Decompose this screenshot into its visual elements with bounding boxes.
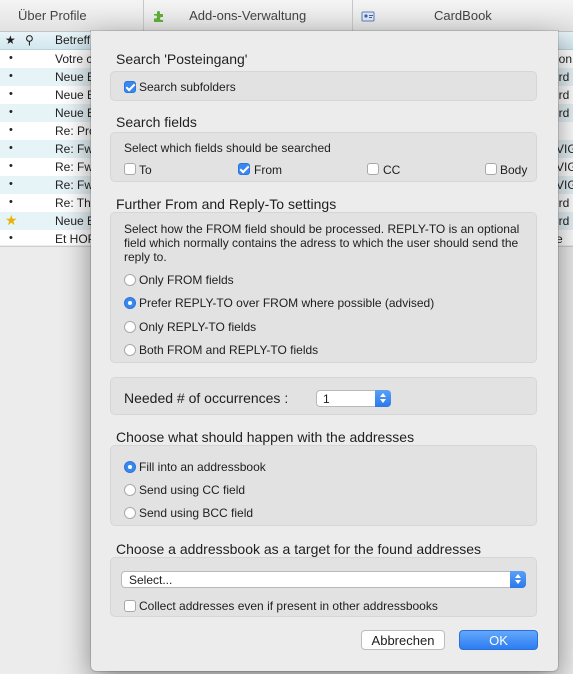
- field-from-checkbox[interactable]: [238, 163, 250, 175]
- radio-send-cc-label[interactable]: Send using CC field: [139, 483, 245, 497]
- message-subject: Re: Pro: [55, 124, 96, 138]
- search-subfolders-checkbox[interactable]: [124, 81, 136, 93]
- message-sender: ird: [556, 196, 570, 210]
- attachment-column-icon[interactable]: ⚲: [25, 33, 34, 47]
- tab-profiles-label: Über Profile: [18, 8, 87, 23]
- tab-cardbook-label: CardBook: [433, 8, 492, 23]
- unread-dot-icon: •: [9, 160, 13, 172]
- radio-both-fields-label[interactable]: Both FROM and REPLY-TO fields: [139, 343, 318, 357]
- reply-to-section-title: Further From and Reply-To settings: [116, 196, 337, 212]
- field-to-label[interactable]: To: [139, 163, 152, 177]
- message-sender: ird: [556, 106, 570, 120]
- radio-only-from[interactable]: [124, 274, 136, 286]
- addressbook-section-title: Choose a addressbook as a target for the…: [116, 541, 482, 557]
- collect-addresses-label[interactable]: Collect addresses even if present in oth…: [139, 599, 438, 613]
- radio-fill-addressbook[interactable]: [124, 461, 136, 473]
- collect-addresses-checkbox[interactable]: [124, 600, 136, 612]
- tab-bar: Über Profile Add-ons-Verwaltung CardBook: [0, 0, 573, 32]
- tab-profiles[interactable]: Über Profile: [0, 0, 143, 31]
- message-subject: Re: Fw: [55, 142, 94, 156]
- message-sender: ird: [556, 88, 570, 102]
- stepper-arrows-icon[interactable]: [375, 390, 391, 407]
- radio-only-from-label[interactable]: Only FROM fields: [139, 273, 234, 287]
- ok-button[interactable]: OK: [459, 630, 538, 650]
- unread-dot-icon: •: [9, 106, 13, 118]
- message-subject: Neue B: [55, 70, 96, 84]
- address-card-icon: [361, 11, 375, 22]
- radio-send-cc[interactable]: [124, 484, 136, 496]
- occurrences-label: Needed # of occurrences :: [124, 390, 289, 406]
- radio-send-bcc[interactable]: [124, 507, 136, 519]
- puzzle-piece-icon: [153, 11, 163, 22]
- field-body-label[interactable]: Body: [500, 163, 527, 177]
- subject-column-header[interactable]: Betreff: [55, 33, 90, 47]
- tab-cardbook[interactable]: CardBook: [351, 0, 573, 31]
- radio-only-reply-to-label[interactable]: Only REPLY-TO fields: [139, 320, 256, 334]
- starred-icon: ★: [5, 212, 18, 228]
- tab-addons-manager[interactable]: Add-ons-Verwaltung: [142, 0, 352, 31]
- message-sender: VIG: [556, 160, 573, 174]
- star-column-icon[interactable]: ★: [5, 33, 16, 47]
- field-cc-label[interactable]: CC: [383, 163, 400, 177]
- message-sender: VIG: [556, 142, 573, 156]
- addressbook-select-value: Select...: [129, 573, 173, 587]
- message-sender: ird: [556, 70, 570, 84]
- dropdown-arrows-icon[interactable]: [510, 571, 526, 588]
- message-sender: ion: [556, 52, 573, 66]
- message-subject: Et HOP: [55, 232, 96, 246]
- unread-dot-icon: •: [9, 52, 13, 64]
- field-from-label[interactable]: From: [254, 163, 282, 177]
- message-subject: Neue B: [55, 214, 96, 228]
- unread-dot-icon: •: [9, 142, 13, 154]
- reply-to-group: Select how the FROM field should be proc…: [110, 212, 537, 363]
- field-cc-checkbox[interactable]: [367, 163, 379, 175]
- reply-to-description: Select how the FROM field should be proc…: [124, 222, 520, 264]
- addressbook-select[interactable]: Select...: [121, 571, 526, 588]
- radio-prefer-reply-to-label[interactable]: Prefer REPLY-TO over FROM where possible…: [139, 296, 434, 310]
- search-subfolders-label[interactable]: Search subfolders: [139, 80, 236, 94]
- radio-only-reply-to[interactable]: [124, 321, 136, 333]
- search-fields-group: Select which fields should be searched T…: [110, 132, 537, 182]
- addresses-group: Fill into an addressbook Send using CC f…: [110, 445, 537, 526]
- unread-dot-icon: •: [9, 70, 13, 82]
- message-subject: Re: Fw: [55, 160, 94, 174]
- radio-fill-addressbook-label[interactable]: Fill into an addressbook: [139, 460, 266, 474]
- search-section-title: Search 'Posteingang': [116, 51, 248, 67]
- field-to-checkbox[interactable]: [124, 163, 136, 175]
- message-sender: ird: [556, 214, 570, 228]
- radio-prefer-reply-to[interactable]: [124, 297, 136, 309]
- cancel-button[interactable]: Abbrechen: [361, 630, 445, 650]
- occurrences-value: 1: [323, 392, 330, 406]
- message-subject: Neue B: [55, 106, 96, 120]
- search-fields-title: Search fields: [116, 114, 197, 130]
- unread-dot-icon: •: [9, 178, 13, 190]
- message-subject: Re: Fw: [55, 178, 94, 192]
- occurrences-group: Needed # of occurrences : 1: [110, 377, 537, 415]
- unread-dot-icon: •: [9, 124, 13, 136]
- addresses-section-title: Choose what should happen with the addre…: [116, 429, 415, 445]
- message-sender: VIG: [556, 178, 573, 192]
- search-group: Search subfolders: [110, 71, 537, 101]
- message-subject: Neue B: [55, 88, 96, 102]
- radio-send-bcc-label[interactable]: Send using BCC field: [139, 506, 253, 520]
- tab-addons-label: Add-ons-Verwaltung: [189, 8, 307, 23]
- unread-dot-icon: •: [9, 232, 13, 244]
- occurrences-select[interactable]: 1: [316, 390, 391, 407]
- radio-both-fields[interactable]: [124, 344, 136, 356]
- extract-addresses-dialog: Search 'Posteingang' Search subfolders S…: [91, 31, 558, 671]
- unread-dot-icon: •: [9, 196, 13, 208]
- addressbook-group: Select... Collect addresses even if pres…: [110, 557, 537, 617]
- search-fields-description: Select which fields should be searched: [124, 141, 331, 155]
- field-body-checkbox[interactable]: [485, 163, 497, 175]
- unread-dot-icon: •: [9, 88, 13, 100]
